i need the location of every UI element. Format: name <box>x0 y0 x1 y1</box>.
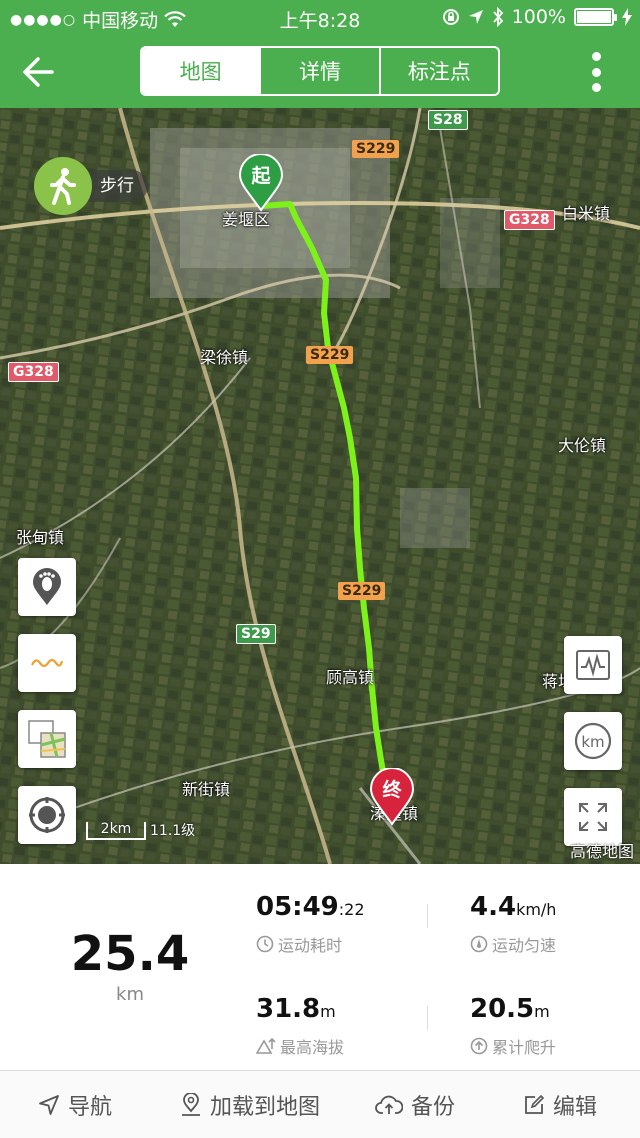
end-marker[interactable]: 终 <box>369 767 415 826</box>
clock-icon <box>256 935 274 953</box>
km-icon: km <box>574 722 612 760</box>
footprint-button[interactable] <box>18 558 76 616</box>
place-label: 新街镇 <box>182 780 231 799</box>
more-dot <box>591 83 601 92</box>
climb-stat: 20.5m 累计爬升 <box>470 994 556 1058</box>
max-altitude-label: 最高海拔 <box>280 1038 345 1057</box>
status-bar: ●●●●○ 中国移动 上午8:28 100% <box>0 0 640 36</box>
speed-unit: km/h <box>516 900 557 919</box>
start-marker[interactable]: 起 <box>238 153 284 212</box>
km-markers-button[interactable]: km <box>564 712 622 770</box>
edit-button[interactable]: 编辑 <box>480 1071 640 1138</box>
tab-details[interactable]: 详情 <box>259 48 378 94</box>
road-sign: S29 <box>236 624 276 644</box>
nav-bar: 地图 详情 标注点 <box>0 36 640 108</box>
navigate-button[interactable]: 导航 <box>0 1071 150 1138</box>
back-arrow-icon <box>23 57 54 87</box>
view-tabs: 地图 详情 标注点 <box>140 46 500 96</box>
stats-panel: 25.4 km 05:49:22 运动耗时 4.4km/h 运动匀速 31.8m… <box>0 864 640 1070</box>
charging-icon <box>622 8 632 26</box>
locate-target-icon <box>29 797 65 833</box>
more-menu-button[interactable] <box>590 52 602 92</box>
navigation-arrow-icon <box>39 1094 59 1115</box>
divider <box>427 904 428 928</box>
place-label: 大伦镇 <box>558 436 607 455</box>
expand-icon <box>579 803 607 831</box>
location-arrow-icon <box>468 10 483 24</box>
navigate-label: 导航 <box>67 1094 112 1120</box>
road-sign: S28 <box>428 110 468 130</box>
cloud-upload-icon <box>375 1095 403 1114</box>
max-altitude-stat: 31.8m 最高海拔 <box>256 994 344 1058</box>
back-button[interactable] <box>18 50 62 94</box>
place-label: 梁徐镇 <box>200 348 249 367</box>
more-dot <box>591 67 601 77</box>
speedometer-icon <box>470 935 488 953</box>
distance-value: 25.4 <box>70 926 190 982</box>
place-label: 顾高镇 <box>326 668 375 687</box>
max-altitude-value: 31.8 <box>256 994 321 1024</box>
max-altitude-unit: m <box>320 1002 336 1021</box>
wave-line-icon <box>31 658 64 668</box>
activity-mode-badge[interactable]: 步行 <box>34 157 148 215</box>
start-marker-label: 起 <box>251 165 271 187</box>
chart-pulse-icon <box>576 650 610 680</box>
clock: 上午8:28 <box>279 10 361 32</box>
climb-value: 20.5 <box>470 994 535 1024</box>
speed-label: 运动匀速 <box>492 936 557 955</box>
duration-value: 05:49 <box>256 892 339 922</box>
map-layers-icon <box>28 720 66 758</box>
bottom-action-bar: 导航 加载到地图 备份 编辑 <box>0 1070 640 1138</box>
svg-text:km: km <box>581 733 604 751</box>
road-sign: G328 <box>8 362 59 382</box>
walking-person-icon <box>34 157 92 215</box>
place-label: 白米镇 <box>562 204 611 223</box>
map-scale: 2km 11.1级 <box>86 820 195 840</box>
map-provider-logo: 高德地图 <box>569 842 634 861</box>
tab-map[interactable]: 地图 <box>142 48 260 94</box>
road-sign: S229 <box>306 346 354 364</box>
backup-button[interactable]: 备份 <box>350 1071 480 1138</box>
zoom-level: 11.1级 <box>150 823 196 839</box>
divider <box>427 1006 428 1030</box>
distance-unit: km <box>116 984 144 1005</box>
road-sign: S229 <box>338 582 386 600</box>
more-dot <box>591 52 601 61</box>
speed-stat: 4.4km/h 运动匀速 <box>470 892 556 956</box>
duration-stat: 05:49:22 运动耗时 <box>256 892 365 956</box>
edit-label: 编辑 <box>552 1094 597 1120</box>
scale-bar: 2km <box>86 822 146 840</box>
battery-fill <box>577 11 611 23</box>
load-to-map-label: 加载到地图 <box>209 1094 320 1120</box>
climb-label: 累计爬升 <box>492 1038 557 1057</box>
battery-icon <box>574 8 617 26</box>
backup-label: 备份 <box>410 1094 455 1120</box>
duration-label: 运动耗时 <box>278 936 343 955</box>
track-line-button[interactable] <box>18 634 76 692</box>
distance-summary: 25.4 km <box>40 926 220 1005</box>
road-sign: G328 <box>504 210 555 230</box>
load-to-map-button[interactable]: 加载到地图 <box>150 1071 350 1138</box>
place-label: 张甸镇 <box>16 528 65 547</box>
battery-percentage: 100% <box>511 6 566 28</box>
map-view[interactable]: 姜堰区 梁徐镇 白米镇 大伦镇 张甸镇 顾高镇 新街镇 蒋垛 溱潼镇 S28 S… <box>0 108 640 864</box>
speed-value: 4.4 <box>470 892 517 922</box>
climb-unit: m <box>534 1002 550 1021</box>
road-sign: S229 <box>352 140 400 158</box>
map-pin-icon <box>181 1092 200 1116</box>
rotation-lock-icon <box>442 9 459 25</box>
elevation-chart-button[interactable] <box>564 636 622 694</box>
map-layers-button[interactable] <box>18 710 76 768</box>
mountain-peak-icon <box>256 1037 276 1054</box>
locate-button[interactable] <box>18 786 76 844</box>
tab-markers[interactable]: 标注点 <box>378 48 498 94</box>
edit-pencil-icon <box>525 1094 545 1114</box>
bluetooth-icon <box>492 7 503 27</box>
climb-up-icon <box>470 1037 488 1055</box>
footprint-pin-icon <box>33 568 61 605</box>
duration-seconds: :22 <box>338 900 365 919</box>
end-marker-label: 终 <box>382 779 402 801</box>
